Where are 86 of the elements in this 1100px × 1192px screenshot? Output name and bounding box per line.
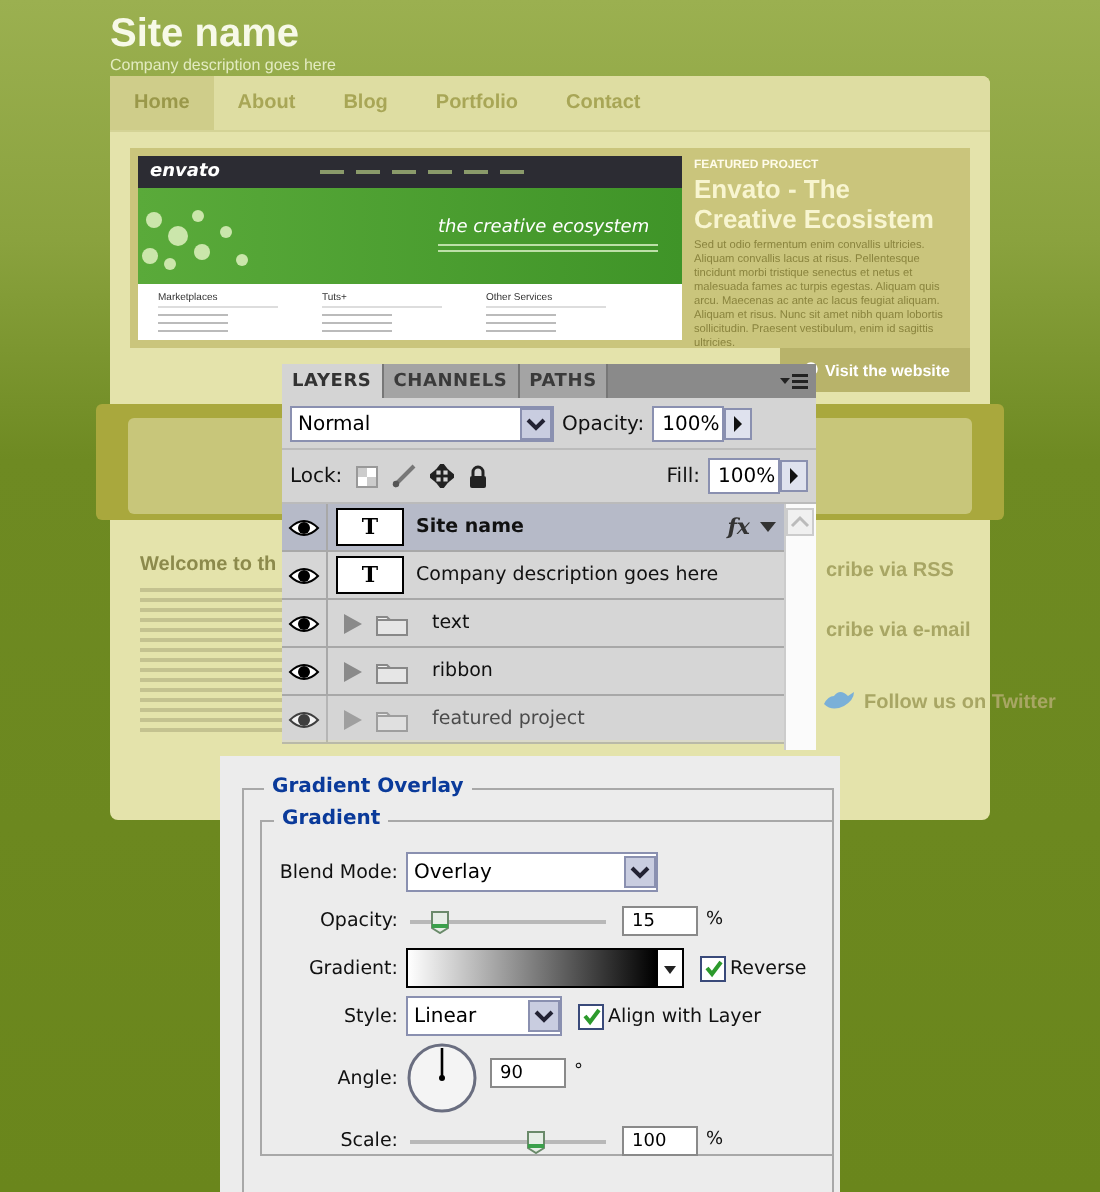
list-line — [486, 330, 556, 332]
opacity-label: Opacity: — [562, 413, 645, 435]
eye-icon[interactable] — [288, 613, 320, 633]
unit-label: % — [706, 1130, 724, 1150]
layer-row[interactable]: T Company description goes here — [282, 552, 784, 600]
blend-mode-dropdown[interactable]: Normal — [290, 406, 554, 442]
angle-field[interactable]: 90 — [490, 1057, 566, 1087]
slider-thumb[interactable] — [427, 909, 452, 933]
layer-name: Site name — [416, 516, 524, 538]
fill-field[interactable]: 100% — [708, 458, 780, 494]
checkmark-icon — [703, 958, 723, 978]
list-line — [322, 322, 392, 324]
section-title: Gradient Overlay — [264, 776, 472, 800]
banner-headline: the creative ecosystem — [438, 217, 652, 237]
folder-icon — [376, 707, 408, 731]
checkmark-icon — [581, 1006, 601, 1026]
folder-icon — [376, 611, 408, 635]
scrollbar[interactable] — [784, 504, 816, 750]
opacity-field[interactable]: 100% — [652, 406, 725, 442]
layer-row[interactable]: featured project — [282, 696, 784, 744]
menu-line — [355, 170, 380, 174]
field-label: Style: — [341, 1005, 398, 1027]
text-layer-thumbnail: T — [336, 508, 404, 546]
layer-name: ribbon — [432, 660, 493, 682]
menu-line — [499, 170, 524, 174]
field-label: Gradient: — [306, 957, 398, 979]
eye-icon[interactable] — [288, 661, 320, 681]
layer-row[interactable]: text — [282, 600, 784, 648]
list-line — [486, 322, 556, 324]
menu-icon[interactable] — [780, 373, 808, 389]
list-line — [486, 314, 556, 316]
menu-line — [463, 170, 488, 174]
layer-name: text — [432, 612, 470, 634]
padlock-icon[interactable] — [468, 464, 489, 488]
menu-line — [319, 170, 344, 174]
folder-icon — [376, 659, 408, 683]
unit-label: % — [706, 910, 724, 930]
layer-row[interactable]: ribbon — [282, 648, 784, 696]
panel-tab[interactable]: PATHS — [519, 364, 609, 398]
panel-tab[interactable]: CHANNELS — [383, 364, 520, 398]
chevron-down-icon — [520, 408, 552, 440]
chevron-down-icon — [528, 1000, 560, 1032]
welcome-heading: Welcome to th — [140, 554, 277, 576]
brush-icon[interactable] — [392, 464, 417, 488]
eye-icon[interactable] — [288, 517, 320, 537]
field-label: Angle: — [335, 1067, 398, 1089]
lock-label: Lock: — [290, 465, 343, 487]
layer-row[interactable]: T Site name fx — [282, 504, 784, 552]
fill-label: Fill: — [666, 465, 700, 487]
site-tagline: Company description goes here — [110, 56, 336, 76]
slider-thumb[interactable] — [523, 1129, 548, 1153]
field-label: Scale: — [338, 1129, 398, 1151]
chevron-down-icon — [624, 856, 656, 888]
text-layer-thumbnail: T — [336, 556, 404, 594]
gradient-picker[interactable] — [406, 948, 684, 988]
featured-title: Envato - The Creative Ecosistem — [694, 174, 936, 234]
list-line — [158, 314, 228, 316]
blend-mode-dropdown[interactable]: Overlay — [406, 852, 658, 892]
layer-name: Company description goes here — [416, 564, 719, 586]
angle-dial[interactable] — [406, 1042, 478, 1114]
layer-name: featured project — [432, 708, 585, 730]
arrow-right-icon[interactable] — [780, 460, 808, 492]
field-label: Blend Mode: — [277, 861, 398, 883]
logo-text: envato — [150, 162, 220, 182]
list-line — [158, 322, 228, 324]
checkbox[interactable]: Reverse — [700, 955, 807, 981]
eye-icon[interactable] — [288, 565, 320, 585]
site-title: Site name — [110, 12, 299, 56]
panel-tab[interactable]: LAYERS — [282, 364, 384, 398]
list-line — [322, 314, 392, 316]
menu-line — [427, 170, 452, 174]
move-icon[interactable] — [430, 464, 455, 488]
unit-label: ° — [574, 1062, 583, 1082]
field-label: Opacity: — [317, 909, 398, 931]
style-dropdown[interactable]: Linear — [406, 996, 562, 1036]
effects-badge[interactable]: fx — [727, 514, 750, 540]
scale-field[interactable]: 100 — [622, 1125, 698, 1155]
list-line — [158, 330, 228, 332]
list-line — [322, 330, 392, 332]
eye-icon[interactable] — [288, 709, 320, 729]
menu-line — [391, 170, 416, 174]
arrow-right-icon[interactable] — [724, 408, 753, 440]
caret-down-icon — [656, 950, 682, 986]
checkerboard-icon[interactable] — [356, 465, 379, 487]
checkbox[interactable]: Align with Layer — [578, 1003, 762, 1029]
opacity-field[interactable]: 15 — [622, 905, 698, 935]
